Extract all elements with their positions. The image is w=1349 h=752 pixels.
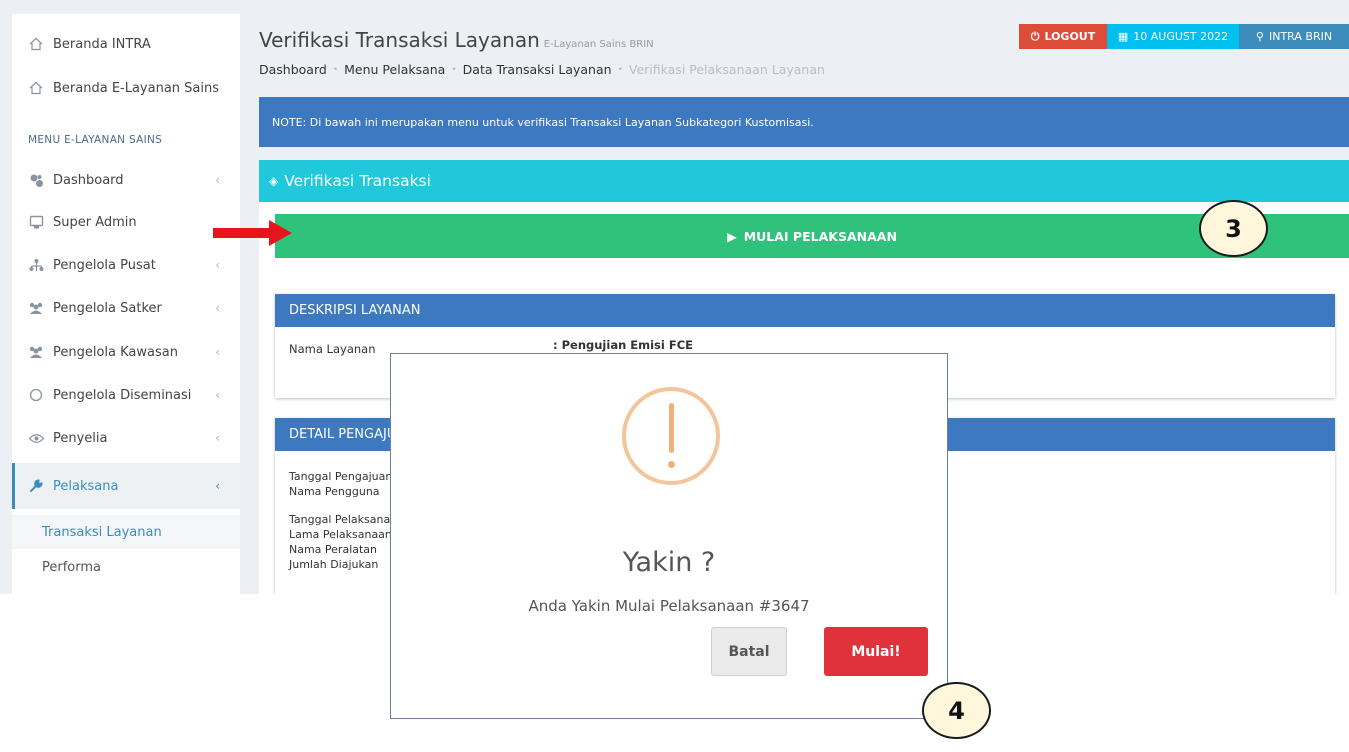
card-header: ◈ Verifikasi Transaksi	[259, 160, 1349, 202]
dialog-message: Anda Yakin Mulai Pelaksanaan #3647	[528, 597, 810, 615]
sidebar: Beranda INTRA Beranda E-Layanan Sains ME…	[12, 14, 240, 594]
dashboard-icon	[28, 172, 44, 188]
users-icon	[28, 300, 44, 316]
start-execution-button[interactable]: ▶ MULAI PELAKSANAAN	[275, 214, 1349, 258]
monitor-icon	[28, 214, 44, 230]
sidebar-item-beranda-elayanan[interactable]: Beranda E-Layanan Sains	[12, 68, 240, 108]
breadcrumb-current: Verifikasi Pelaksanaan Layanan	[628, 62, 825, 77]
logout-button[interactable]: ⏻ LOGOUT	[1019, 24, 1107, 49]
chevron-left-icon: ‹	[215, 388, 220, 402]
sidebar-item-pengelola-kawasan[interactable]: Pengelola Kawasan ‹	[12, 332, 240, 372]
red-arrow-annotation	[213, 220, 292, 246]
sidebar-section-header: MENU E-LAYANAN SAINS	[28, 134, 163, 146]
chevron-left-icon: ‹	[215, 173, 220, 187]
calendar-icon: ▦	[1117, 30, 1129, 43]
circle-icon	[28, 387, 44, 403]
breadcrumb-separator: •	[617, 64, 623, 75]
intra-label: INTRA BRIN	[1268, 30, 1333, 43]
confirm-start-button[interactable]: Mulai!	[824, 627, 928, 676]
sidebar-subitem-transaksi-layanan[interactable]: Transaksi Layanan	[12, 515, 240, 549]
sidebar-item-pelaksana[interactable]: Pelaksana ‹	[12, 463, 240, 509]
step-badge-4: 4	[922, 682, 991, 739]
sidebar-item-dashboard[interactable]: Dashboard ‹	[12, 160, 240, 200]
detail-label: Jumlah Diajukan	[289, 558, 379, 571]
service-name-label: Nama Layanan	[289, 342, 376, 356]
detail-label: Lama Pelaksanaan	[289, 528, 392, 541]
sidebar-item-penyelia[interactable]: Penyelia ‹	[12, 418, 240, 458]
sidebar-item-label: Pengelola Pusat	[53, 257, 156, 273]
chevron-left-icon: ‹	[215, 258, 220, 272]
play-icon: ▶	[727, 228, 737, 244]
detail-label: Nama Pengguna	[289, 485, 380, 498]
date-label: 10 AUGUST 2022	[1133, 30, 1229, 43]
link-icon: ⚲	[1255, 30, 1264, 43]
users-icon	[28, 344, 44, 360]
cancel-button[interactable]: Batal	[711, 627, 787, 676]
chevron-left-icon: ‹	[215, 431, 220, 445]
detail-label: Tanggal Pengajuan	[289, 470, 393, 483]
sidebar-item-pengelola-satker[interactable]: Pengelola Satker ‹	[12, 288, 240, 328]
sidebar-item-pengelola-pusat[interactable]: Pengelola Pusat ‹	[12, 245, 240, 285]
detail-label: Nama Peralatan	[289, 543, 378, 556]
sidebar-item-label: Pengelola Diseminasi	[53, 387, 192, 403]
sitemap-icon	[28, 257, 44, 273]
intra-brin-link[interactable]: ⚲ INTRA BRIN	[1239, 24, 1349, 49]
chevron-left-icon: ‹	[215, 345, 220, 359]
sidebar-item-label: Super Admin	[53, 214, 137, 230]
breadcrumb-separator: •	[332, 64, 339, 75]
date-badge: ▦ 10 AUGUST 2022	[1107, 24, 1239, 49]
breadcrumb-link[interactable]: Dashboard	[259, 62, 327, 77]
card-title: Verifikasi Transaksi	[284, 172, 431, 190]
breadcrumb-link[interactable]: Menu Pelaksana	[344, 62, 445, 77]
sidebar-item-super-admin[interactable]: Super Admin	[12, 202, 240, 242]
sidebar-item-label: Pengelola Kawasan	[53, 344, 178, 360]
sidebar-item-label: Pelaksana	[53, 478, 119, 494]
eye-icon	[28, 430, 44, 446]
service-name-value: : Pengujian Emisi FCE	[553, 338, 693, 352]
chevron-left-icon: ‹	[215, 301, 220, 315]
sidebar-subitem-performa[interactable]: Performa	[12, 550, 240, 584]
breadcrumb: Dashboard • Menu Pelaksana • Data Transa…	[259, 62, 825, 77]
breadcrumb-separator: •	[451, 64, 457, 75]
sidebar-item-label: Beranda INTRA	[53, 36, 151, 52]
sidebar-item-label: Pengelola Satker	[53, 300, 162, 316]
note-banner: NOTE: Di bawah ini merupakan menu untuk …	[259, 97, 1349, 147]
service-description-header: DESKRIPSI LAYANAN	[275, 294, 1335, 327]
warning-icon	[622, 387, 720, 485]
chevron-left-icon: ‹	[215, 479, 220, 493]
sidebar-item-label: Penyelia	[53, 430, 108, 446]
sidebar-item-label: Beranda E-Layanan Sains	[53, 80, 220, 96]
dialog-title: Yakin ?	[622, 547, 716, 578]
page-title: Verifikasi Transaksi Layanan E-Layanan Sa…	[259, 28, 654, 52]
diamond-icon: ◈	[269, 174, 279, 188]
start-button-label: MULAI PELAKSANAAN	[743, 228, 897, 244]
detail-label: Tanggal Pelaksanaan	[289, 513, 404, 526]
confirm-dialog: Yakin ? Anda Yakin Mulai Pelaksanaan #36…	[390, 353, 948, 719]
logout-label: LOGOUT	[1044, 30, 1096, 43]
home-icon	[28, 80, 44, 96]
sidebar-item-label: Dashboard	[53, 172, 124, 188]
home-icon	[28, 36, 44, 52]
page-subtitle: E-Layanan Sains BRIN	[543, 39, 654, 50]
sidebar-item-pengelola-diseminasi[interactable]: Pengelola Diseminasi ‹	[12, 375, 240, 415]
power-icon: ⏻	[1030, 29, 1040, 43]
page-title-text: Verifikasi Transaksi Layanan	[259, 28, 540, 52]
breadcrumb-link[interactable]: Data Transaksi Layanan	[463, 62, 612, 77]
wrench-icon	[28, 478, 44, 494]
sidebar-item-beranda-intra[interactable]: Beranda INTRA	[12, 24, 240, 64]
step-badge-3: 3	[1199, 200, 1268, 257]
